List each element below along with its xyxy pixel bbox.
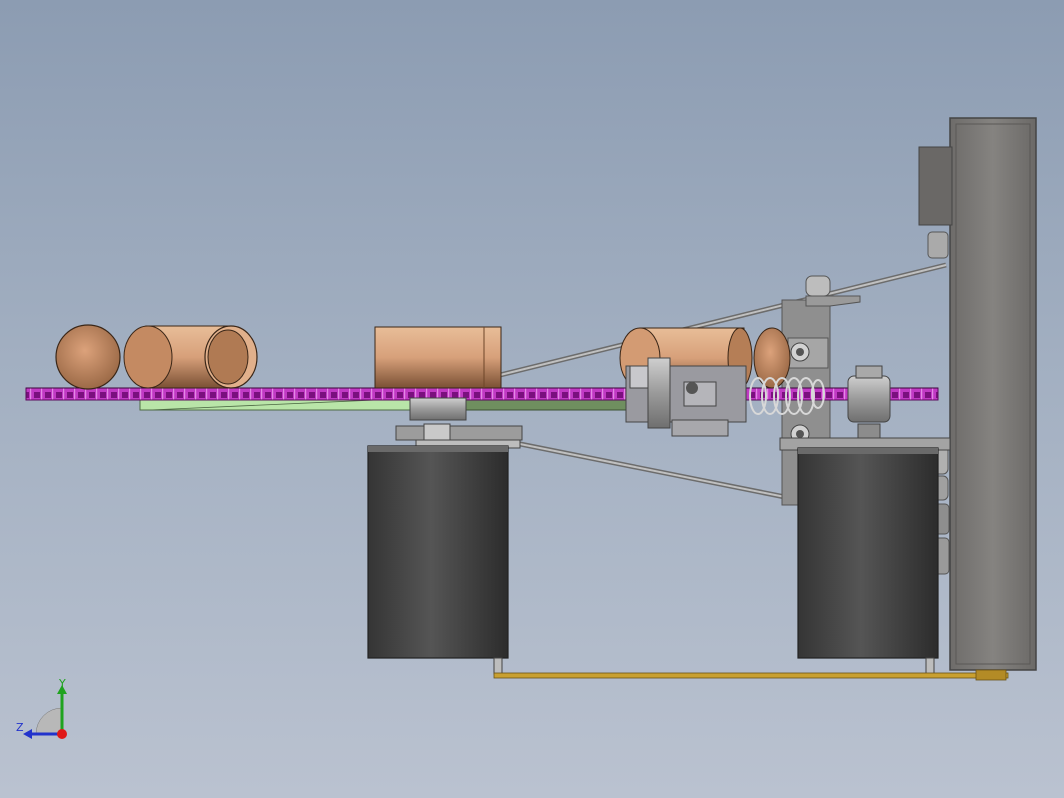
workpiece-cap-left[interactable] (55, 324, 121, 390)
workpiece-tube-center[interactable] (374, 326, 502, 389)
idler-sprocket[interactable] (847, 365, 891, 439)
cad-viewport[interactable]: Y Z (0, 0, 1064, 798)
clamp-mechanism[interactable] (625, 357, 747, 437)
triad-graphic: Y Z (16, 677, 67, 739)
triad-arc-icon (35, 707, 63, 735)
y-axis-label: Y (58, 677, 66, 690)
assembly-model[interactable] (0, 0, 1064, 798)
motor-right[interactable] (779, 437, 951, 675)
workpiece-tube-open[interactable] (123, 325, 258, 389)
x-axis-dot-icon (57, 729, 67, 739)
motor-left[interactable] (367, 445, 509, 675)
z-axis-label: Z (16, 721, 24, 734)
axis-triad[interactable]: Y Z (10, 676, 80, 746)
